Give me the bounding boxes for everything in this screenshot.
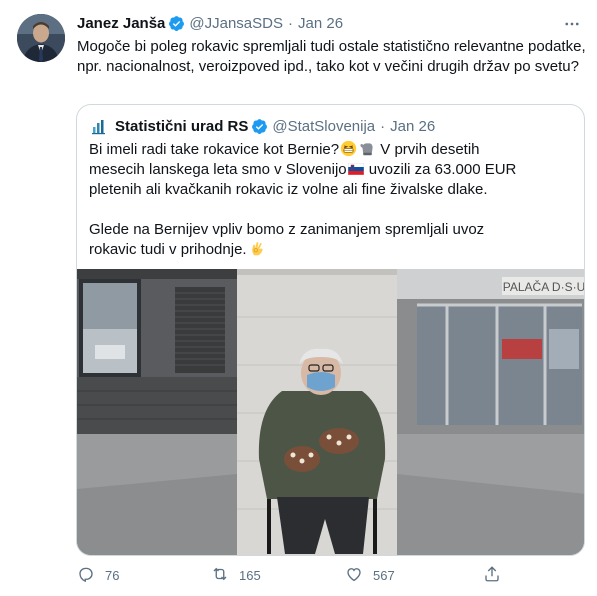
author-avatar[interactable] <box>17 14 65 62</box>
tweet-date[interactable]: Jan 26 <box>298 15 343 32</box>
tweet: Janez Janša @JJansaSDS · Jan 26 Mogoče b… <box>0 0 597 596</box>
separator-dot: · <box>380 117 386 135</box>
quoted-author-handle[interactable]: @StatSlovenija <box>272 118 375 135</box>
tweet-header: Janez Janša @JJansaSDS · Jan 26 <box>77 15 343 32</box>
ok-hand-emoji-icon <box>249 240 266 257</box>
quoted-tweet[interactable]: Statistični urad RS @StatSlovenija · Jan… <box>76 104 585 556</box>
author-handle[interactable]: @JJansaSDS <box>189 15 283 32</box>
reply-count: 76 <box>105 568 120 583</box>
separator-dot: · <box>288 15 293 32</box>
quoted-text-fragment: mesecih lanskega leta smo v Slovenijo <box>89 161 347 178</box>
quoted-tweet-photo[interactable]: PALAČA D·S·U <box>77 269 585 555</box>
reply-button[interactable]: 76 <box>77 565 119 586</box>
more-options-icon[interactable] <box>563 15 581 33</box>
quoted-text-line: Bi imeli radi take rokavice kot Bernie? … <box>89 140 579 160</box>
quoted-tweet-date[interactable]: Jan 26 <box>390 118 435 135</box>
quoted-text-line: pletenih ali kvačkanih rokavic iz volne … <box>89 181 488 198</box>
heart-icon <box>345 565 363 586</box>
author-name[interactable]: Janez Janša <box>77 15 165 32</box>
quoted-author-name[interactable]: Statistični urad RS <box>115 118 248 135</box>
quoted-text-line: rokavic tudi v prihodnje. <box>89 240 579 260</box>
reply-icon <box>77 565 95 586</box>
quoted-tweet-text: Bi imeli radi take rokavice kot Bernie? … <box>89 140 579 260</box>
grin-emoji-icon <box>340 140 357 157</box>
quoted-text-fragment: uvozili za 63.000 EUR <box>364 161 517 178</box>
verified-badge-icon <box>251 118 268 135</box>
like-button[interactable]: 567 <box>345 565 395 586</box>
quoted-text-fragment: V prvih desetih <box>376 141 480 158</box>
photo-sign-text: PALAČA D·S·U <box>503 279 585 294</box>
quoted-tweet-header: Statistični urad RS @StatSlovenija · Jan… <box>89 116 435 136</box>
retweet-icon <box>211 565 229 586</box>
quoted-text-line: Glede na Bernijev vpliv bomo z zanimanje… <box>89 221 485 238</box>
verified-badge-icon <box>168 15 185 32</box>
quoted-text-fragment: Bi imeli radi take rokavice kot Bernie? <box>89 141 340 158</box>
tweet-text: Mogoče bi poleg rokavic spremljali tudi … <box>77 38 586 75</box>
retweet-count: 165 <box>239 568 261 583</box>
share-icon <box>483 565 501 586</box>
retweet-button[interactable]: 165 <box>211 565 261 586</box>
tweet-actions: 76 165 567 <box>77 565 557 587</box>
quoted-text-fragment: rokavic tudi v prihodnje. <box>89 241 247 258</box>
quoted-avatar-logo-icon <box>89 116 109 136</box>
share-button[interactable] <box>483 565 501 586</box>
like-count: 567 <box>373 568 395 583</box>
glove-emoji-icon <box>359 140 376 157</box>
quoted-text-line: mesecih lanskega leta smo v Slovenijo uv… <box>89 160 579 180</box>
slovenia-flag-icon <box>347 161 364 176</box>
